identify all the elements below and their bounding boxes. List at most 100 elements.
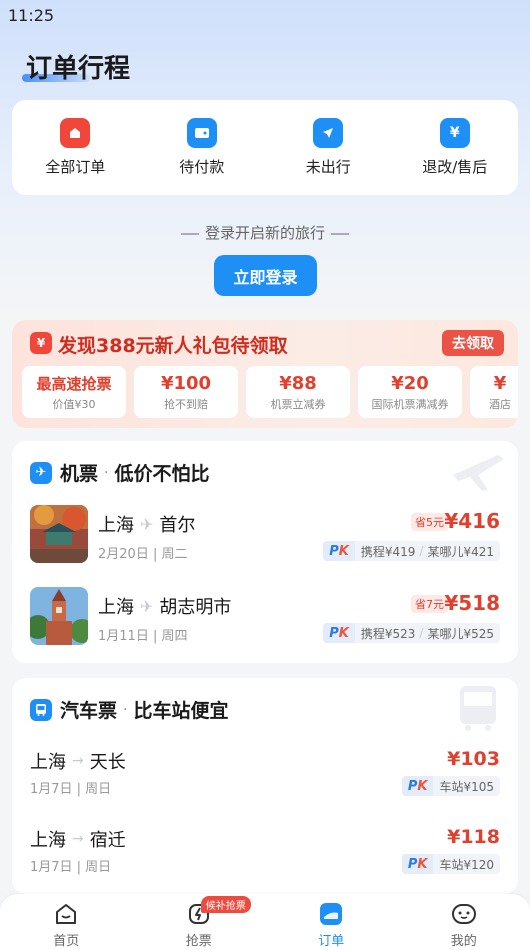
station-price: 车站¥120 bbox=[439, 857, 494, 872]
coupon-list: 最高速抢票 价值¥30 ¥100 抢不到赔 ¥88 机票立减券 ¥20 国际机票… bbox=[22, 366, 518, 418]
flight-section-subtitle: 低价不怕比 bbox=[114, 463, 210, 485]
arrival-city: 胡志明市 bbox=[159, 597, 232, 618]
arrow-right-icon: → bbox=[72, 753, 84, 769]
compare-price-2: 某哪儿¥421 bbox=[427, 544, 494, 559]
login-hint-text: 登录开启新的旅行 bbox=[204, 224, 325, 242]
hint-dash-left bbox=[180, 232, 199, 235]
coupon-item[interactable]: ¥88 机票立减券 bbox=[246, 366, 350, 418]
bus-section-card: 汽车票 · 比车站便宜 上海 → 天长 1月7日 | 周日 ¥103 PK 车站… bbox=[12, 678, 518, 894]
bus-item[interactable]: 上海 → 天长 1月7日 | 周日 ¥103 PK 车站¥105 bbox=[30, 748, 500, 804]
coupon-value: ¥100 bbox=[160, 372, 212, 394]
flight-section-header: ✈ 机票 · 低价不怕比 bbox=[30, 459, 209, 486]
claim-button[interactable]: 去领取 bbox=[442, 330, 504, 356]
pk-icon: PK bbox=[401, 776, 434, 796]
coupon-desc: 价值¥30 bbox=[52, 397, 96, 411]
grab-ticket-badge: 候补抢票 bbox=[200, 896, 251, 913]
coupon-desc: 酒店 bbox=[489, 397, 511, 411]
coupon-item[interactable]: ¥100 抢不到赔 bbox=[134, 366, 238, 418]
order-tab-pending-payment-label: 待付款 bbox=[179, 158, 225, 176]
wallet-icon bbox=[186, 118, 217, 148]
tab-profile-label: 我的 bbox=[450, 934, 477, 949]
price-compare: PK 车站¥120 bbox=[401, 854, 500, 874]
bus-price: ¥118 bbox=[447, 826, 500, 848]
tab-home[interactable]: 首页 bbox=[16, 902, 116, 949]
flight-item[interactable]: 上海 ✈ 首尔 2月20日 | 周二 省5元 ¥416 PK 携程¥419 / … bbox=[30, 505, 500, 565]
order-tab-refund-label: 退改/售后 bbox=[422, 158, 488, 176]
compare-separator: / bbox=[419, 544, 424, 558]
orders-icon bbox=[320, 903, 343, 925]
tab-orders[interactable]: 订单 bbox=[281, 902, 381, 949]
login-button[interactable]: 立即登录 bbox=[214, 255, 317, 296]
yuan-badge-icon: ¥ bbox=[30, 332, 52, 354]
bus-date: 1月7日 | 周日 bbox=[30, 860, 112, 875]
departure-city: 上海 bbox=[98, 515, 134, 536]
order-tab-all[interactable]: 全部订单 bbox=[20, 118, 130, 177]
location-arrow-icon bbox=[313, 118, 344, 148]
pk-k: K bbox=[417, 856, 428, 872]
flight-price: ¥416 bbox=[444, 509, 500, 533]
coupon-value: ¥20 bbox=[391, 372, 429, 394]
tab-grab-ticket-label: 抢票 bbox=[185, 934, 212, 949]
bus-route: 上海 → 天长 bbox=[30, 748, 126, 774]
arrival-city: 首尔 bbox=[159, 515, 196, 536]
flight-section-card: ✈ 机票 · 低价不怕比 上海 ✈ 首尔 2月20日 | 周二 省5元 ¥416… bbox=[12, 441, 518, 663]
coupon-item[interactable]: ¥ 酒店 bbox=[470, 366, 518, 418]
plane-icon: ✈ bbox=[30, 461, 52, 484]
pk-k: K bbox=[338, 543, 349, 559]
coupon-item[interactable]: ¥20 国际机票满减券 bbox=[358, 366, 462, 418]
order-tab-pending-payment[interactable]: 待付款 bbox=[147, 118, 257, 177]
coupon-value: ¥88 bbox=[279, 372, 317, 394]
pk-p: P bbox=[329, 625, 339, 641]
pk-k: K bbox=[338, 625, 349, 641]
order-tab-refund[interactable]: ¥ 退改/售后 bbox=[400, 118, 510, 177]
pk-icon: PK bbox=[323, 541, 355, 561]
bus-date: 1月7日 | 周日 bbox=[30, 782, 112, 797]
coupon-value: ¥ bbox=[493, 372, 507, 394]
page-title: 订单行程 bbox=[26, 54, 131, 84]
tab-grab-ticket[interactable]: 候补抢票 抢票 bbox=[149, 896, 251, 949]
coupon-desc: 抢不到赔 bbox=[164, 397, 208, 411]
order-tab-upcoming[interactable]: 未出行 bbox=[273, 118, 383, 177]
login-hint: 登录开启新的旅行 bbox=[0, 222, 530, 243]
bus-item[interactable]: 上海 → 宿迁 1月7日 | 周日 ¥118 PK 车站¥120 bbox=[30, 826, 500, 882]
compare-price-1: 携程¥523 bbox=[360, 626, 416, 641]
pk-k: K bbox=[417, 778, 428, 794]
hint-dash-right bbox=[331, 232, 349, 235]
order-category-card: 全部订单 待付款 未出行 ¥ 退改/售后 bbox=[12, 100, 518, 195]
coupon-desc: 国际机票满减券 bbox=[371, 397, 449, 411]
ho-chi-minh-thumbnail bbox=[30, 587, 88, 645]
price-compare: PK 携程¥419 / 某哪儿¥421 bbox=[323, 541, 500, 561]
title-dot: · bbox=[123, 701, 128, 718]
departure-city: 上海 bbox=[30, 830, 66, 851]
arrival-city: 宿迁 bbox=[89, 830, 126, 851]
seoul-thumbnail bbox=[30, 505, 88, 563]
bus-section-header: 汽车票 · 比车站便宜 bbox=[30, 696, 228, 723]
tab-home-label: 首页 bbox=[53, 934, 80, 949]
title-dot: · bbox=[104, 464, 109, 481]
all-orders-icon bbox=[60, 118, 91, 148]
pk-p: P bbox=[407, 778, 418, 794]
bus-icon bbox=[30, 698, 52, 721]
departure-city: 上海 bbox=[30, 752, 66, 773]
coupon-item[interactable]: 最高速抢票 价值¥30 bbox=[22, 366, 126, 418]
status-bar-time: 11:25 bbox=[8, 6, 55, 25]
savings-tag: 省7元 bbox=[411, 595, 448, 613]
bus-route: 上海 → 宿迁 bbox=[30, 826, 126, 852]
arrival-city: 天长 bbox=[89, 752, 126, 773]
home-icon bbox=[56, 904, 77, 924]
tab-profile[interactable]: 我的 bbox=[414, 902, 514, 949]
coupon-value: 最高速抢票 bbox=[36, 374, 112, 393]
profile-icon bbox=[451, 904, 476, 924]
bus-section-subtitle: 比车站便宜 bbox=[133, 700, 229, 722]
flight-item[interactable]: 上海 ✈ 胡志明市 1月11日 | 周四 省7元 ¥518 PK 携程¥523 … bbox=[30, 587, 500, 647]
pk-icon: PK bbox=[401, 854, 434, 874]
price-compare: PK 携程¥523 / 某哪儿¥525 bbox=[323, 623, 500, 643]
bus-price: ¥103 bbox=[447, 748, 500, 770]
price-compare: PK 车站¥105 bbox=[401, 776, 500, 796]
flight-date: 1月11日 | 周四 bbox=[98, 629, 188, 644]
flight-route: 上海 ✈ 首尔 bbox=[98, 511, 195, 537]
pk-icon: PK bbox=[323, 623, 355, 643]
new-user-promo-card[interactable]: ¥ 发现388元新人礼包待领取 去领取 最高速抢票 价值¥30 ¥100 抢不到… bbox=[12, 320, 518, 428]
order-tab-upcoming-label: 未出行 bbox=[305, 158, 351, 176]
plane-separator-icon: ✈ bbox=[140, 596, 154, 616]
